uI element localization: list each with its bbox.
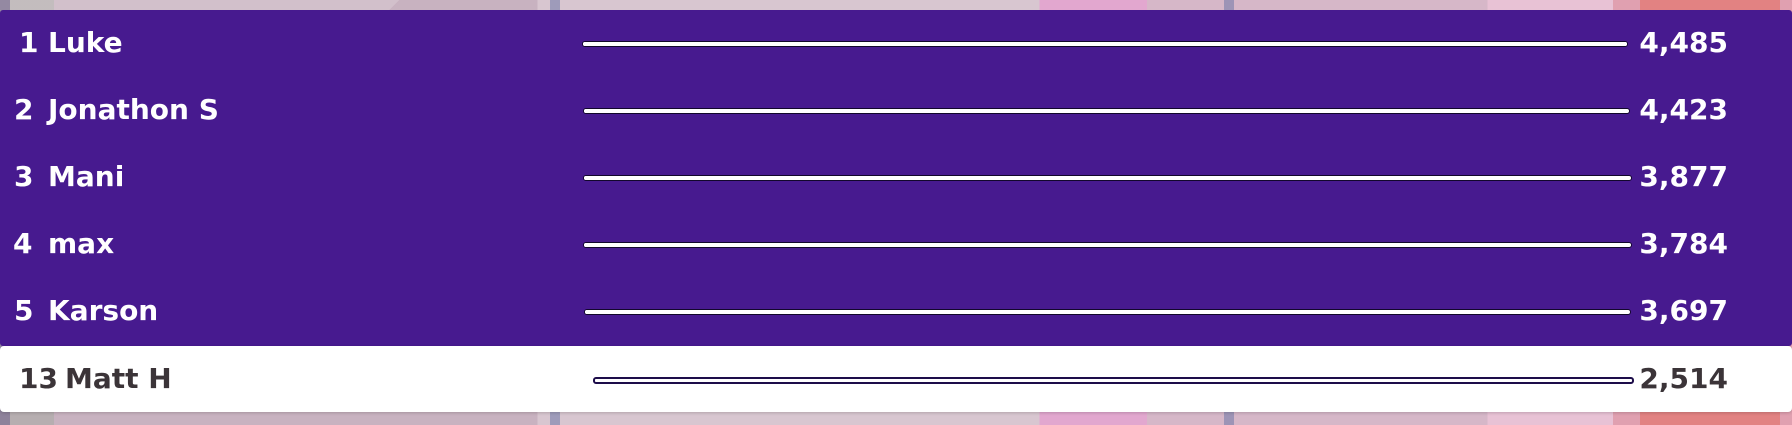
rank-label: 13 [19, 362, 58, 395]
rank-label: 4 [13, 227, 33, 260]
score-progress-fill [585, 310, 1447, 314]
leaderboard-top-panel: 1 Luke 4,485 2 Jonathon S 4,423 3 Mani 3… [0, 10, 1792, 346]
score-value: 4,485 [1639, 26, 1728, 59]
leaderboard-row: 4 max 3,784 [0, 211, 1792, 278]
player-name: Jonathon S [48, 93, 219, 126]
player-name: Mani [48, 160, 125, 193]
score-progress-track [582, 41, 1628, 47]
score-value: 3,697 [1639, 294, 1728, 327]
score-progress-fill [584, 243, 1468, 247]
leaderboard-row: 3 Mani 3,877 [0, 144, 1792, 211]
player-name: Matt H [65, 362, 172, 395]
score-progress-fill [583, 42, 1627, 46]
score-value: 3,877 [1639, 160, 1728, 193]
rank-label: 5 [14, 294, 34, 327]
score-progress-fill [584, 109, 1615, 113]
current-user-row: 13 Matt H 2,514 [0, 346, 1792, 412]
score-value: 3,784 [1639, 227, 1728, 260]
rank-label: 1 [19, 26, 39, 59]
rank-label: 3 [14, 160, 34, 193]
score-value: 4,423 [1639, 93, 1728, 126]
player-name: Luke [48, 26, 123, 59]
score-progress-track [583, 175, 1632, 181]
player-name: Karson [48, 294, 159, 327]
leaderboard-row: 5 Karson 3,697 [0, 278, 1792, 345]
score-progress-track [584, 309, 1631, 315]
leaderboard-row: 1 Luke 4,485 [0, 10, 1792, 77]
score-progress-fill [584, 176, 1490, 180]
rank-label: 2 [14, 93, 34, 126]
score-progress-track [593, 377, 1634, 384]
leaderboard: 1 Luke 4,485 2 Jonathon S 4,423 3 Mani 3… [0, 10, 1792, 412]
score-progress-track [583, 242, 1632, 248]
score-progress-fill [595, 379, 1177, 382]
score-progress-track [583, 108, 1630, 114]
current-user-panel: 13 Matt H 2,514 [0, 346, 1792, 412]
player-name: max [48, 227, 115, 260]
score-value: 2,514 [1639, 362, 1728, 395]
leaderboard-row: 2 Jonathon S 4,423 [0, 77, 1792, 144]
